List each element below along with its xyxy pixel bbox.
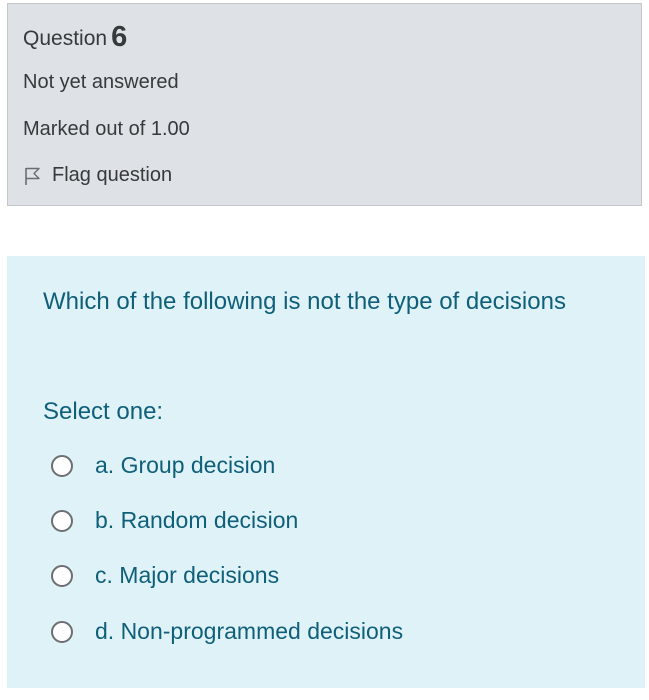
- question-number: 6: [111, 21, 128, 53]
- answer-label-d: d. Non-programmed decisions: [95, 618, 404, 644]
- radio-button-a[interactable]: [51, 454, 73, 477]
- question-label: Question: [23, 27, 108, 50]
- flag-icon: [23, 166, 43, 186]
- answer-option-b[interactable]: b. Random decision: [51, 507, 298, 534]
- question-state: Not yet answered: [23, 71, 179, 93]
- question-text: Which of the following is not the type o…: [43, 288, 566, 315]
- answer-option-d[interactable]: d. Non-programmed decisions: [51, 618, 403, 645]
- radio-button-c[interactable]: [51, 564, 73, 587]
- radio-button-d[interactable]: [51, 620, 73, 643]
- answer-label-a: a. Group decision: [95, 452, 276, 478]
- flag-question-label: Flag question: [52, 164, 173, 186]
- question-heading: Question 6: [23, 20, 127, 53]
- answer-option-a[interactable]: a. Group decision: [51, 452, 275, 479]
- answer-label-b: b. Random decision: [95, 507, 299, 533]
- select-prompt: Select one:: [43, 398, 164, 425]
- radio-button-b[interactable]: [51, 509, 73, 532]
- flag-question-link[interactable]: Flag question: [23, 164, 172, 187]
- question-info-panel: Question 6 Not yet answered Marked out of…: [7, 3, 642, 206]
- answer-option-c[interactable]: c. Major decisions: [51, 562, 279, 589]
- question-grade: Marked out of 1.00: [23, 118, 190, 140]
- question-content-panel: Which of the following is not the type o…: [7, 256, 645, 688]
- answer-label-c: c. Major decisions: [95, 562, 280, 588]
